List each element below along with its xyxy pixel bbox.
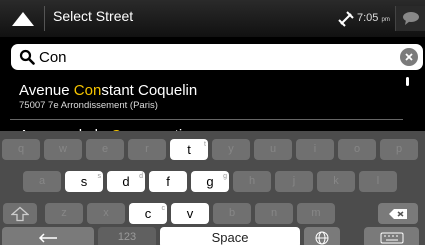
- search-input[interactable]: [39, 46, 399, 68]
- scroll-thumb[interactable]: [406, 77, 409, 86]
- top-bar: Select Street 7:05 pm: [0, 0, 425, 37]
- key-g[interactable]: gg: [191, 171, 229, 192]
- key-u[interactable]: u: [254, 139, 292, 160]
- key-p[interactable]: p: [380, 139, 418, 160]
- triangle-up-icon[interactable]: [10, 10, 36, 28]
- key-s[interactable]: ss: [65, 171, 103, 192]
- key-t[interactable]: tt: [170, 139, 208, 160]
- key-q[interactable]: q: [2, 139, 40, 160]
- on-screen-keyboard: qwerttyuiop assddfgghjkl zxccvbnm 123 Sp…: [0, 131, 425, 245]
- clear-search-button[interactable]: [400, 48, 418, 66]
- key-j[interactable]: j: [275, 171, 313, 192]
- key-h[interactable]: h: [233, 171, 271, 192]
- keyboard-icon: [380, 232, 403, 243]
- result-subtitle: 75007 7e Arrondissement (Paris): [19, 100, 158, 111]
- key-x[interactable]: x: [87, 203, 125, 224]
- backspace-icon: [389, 208, 407, 219]
- key-r[interactable]: r: [128, 139, 166, 160]
- satellite-icon: [338, 11, 354, 27]
- page-title: Select Street: [53, 8, 134, 24]
- key-d[interactable]: dd: [107, 171, 145, 192]
- key-m[interactable]: m: [297, 203, 335, 224]
- key-n[interactable]: n: [255, 203, 293, 224]
- numbers-key[interactable]: 123: [98, 227, 156, 245]
- hide-keyboard-key[interactable]: [364, 227, 419, 245]
- space-key[interactable]: Space: [160, 227, 300, 245]
- shift-arrow-icon: [11, 206, 29, 221]
- result-item[interactable]: Avenue Constant Coquelin 75007 7e Arrond…: [0, 75, 425, 120]
- key-i[interactable]: i: [296, 139, 334, 160]
- magnifier-icon: [19, 49, 35, 70]
- key-f[interactable]: f: [149, 171, 187, 192]
- shift-key[interactable]: [3, 203, 37, 224]
- header-divider: [44, 6, 45, 31]
- globe-icon: [315, 231, 329, 244]
- key-a[interactable]: a: [23, 171, 61, 192]
- enter-key[interactable]: [2, 227, 94, 245]
- key-l[interactable]: l: [359, 171, 397, 192]
- search-bar: [11, 44, 423, 70]
- backspace-key[interactable]: [378, 203, 418, 224]
- speech-bubble-icon: [403, 12, 419, 25]
- key-k[interactable]: k: [317, 171, 355, 192]
- key-e[interactable]: e: [86, 139, 124, 160]
- key-c[interactable]: cc: [129, 203, 167, 224]
- key-w[interactable]: w: [44, 139, 82, 160]
- key-v[interactable]: v: [171, 203, 209, 224]
- language-key[interactable]: [304, 227, 340, 245]
- key-b[interactable]: b: [213, 203, 251, 224]
- results-list: Avenue Constant Coquelin 75007 7e Arrond…: [0, 75, 425, 135]
- left-arrow-icon: [38, 232, 57, 243]
- key-o[interactable]: o: [338, 139, 376, 160]
- results-scrollbar[interactable]: [403, 75, 419, 130]
- key-y[interactable]: y: [212, 139, 250, 160]
- clock-time: 7:05 pm: [357, 12, 390, 24]
- key-z[interactable]: z: [45, 203, 83, 224]
- street-select-screen: Select Street 7:05 pm Con Avenue Constan…: [0, 0, 425, 245]
- clear-x-icon: [405, 53, 413, 61]
- message-button[interactable]: [395, 6, 425, 31]
- result-title: Avenue Constant Coquelin: [19, 82, 198, 99]
